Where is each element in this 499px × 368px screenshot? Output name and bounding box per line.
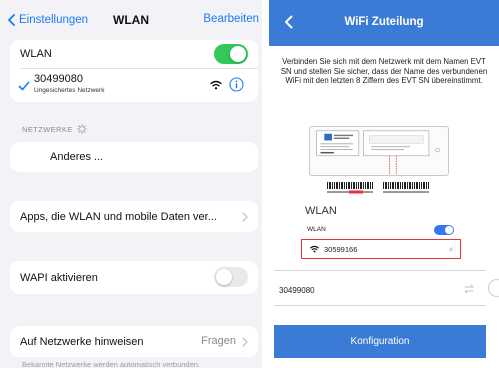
chevron-right-icon [448, 246, 454, 253]
wapi-toggle[interactable] [214, 267, 248, 287]
other-network-label: Anderes ... [50, 151, 104, 163]
ask-join-card[interactable]: Auf Netzwerke hinweisen Fragen [10, 326, 258, 357]
chevron-right-icon [242, 337, 248, 347]
ssid-input[interactable] [279, 286, 429, 295]
wlan-toggle[interactable] [214, 44, 248, 64]
other-network-card[interactable]: Anderes ... [10, 142, 258, 172]
apps-wlan-label: Apps, die WLAN und mobile Daten ver... [20, 210, 217, 223]
refresh-icon[interactable] [488, 279, 499, 297]
chevron-right-icon [242, 212, 248, 222]
navigation-bar: Einstellungen WLAN Bearbeiten [0, 0, 262, 40]
back-button[interactable]: Einstellungen [5, 13, 88, 27]
ask-join-value: Fragen [201, 335, 236, 347]
configuration-button[interactable]: Konfiguration [274, 325, 486, 358]
ios-wlan-settings-panel: Einstellungen WLAN Bearbeiten WLAN 30499… [0, 0, 262, 368]
wlan-toggle-row: WLAN [10, 40, 258, 68]
back-button-label: Einstellungen [19, 14, 89, 26]
illustration-wlan-toggle [434, 225, 454, 235]
wapi-label: WAPI aktivieren [20, 271, 98, 284]
device-label-illustration [309, 126, 449, 176]
current-network-name: 30499080 [34, 73, 83, 85]
apps-wlan-row: Apps, die WLAN und mobile Daten ver... [10, 201, 258, 232]
toggle-knob [230, 46, 246, 62]
header-title: WiFi Zuteilung [344, 16, 424, 28]
other-network-row: Anderes ... [10, 142, 258, 172]
loading-spinner-icon [76, 124, 87, 134]
barcode-image [327, 182, 429, 194]
wifi-icon [310, 245, 319, 253]
swap-icon[interactable] [463, 283, 475, 295]
current-network-subtitle: Ungesichertes Netzwerk [34, 87, 105, 94]
input-top-border [274, 270, 486, 271]
illustration-network-row: 30599166 [301, 239, 461, 259]
wapi-card: WAPI aktivieren [10, 261, 258, 294]
toggle-knob [445, 226, 453, 234]
info-icon[interactable] [229, 77, 244, 92]
wifi-icon [210, 80, 222, 90]
networks-section-header: NETZWERKE [22, 124, 87, 134]
input-bottom-border [274, 305, 486, 306]
wlan-card: WLAN 30499080 Ungesichertes Netzwerk [10, 40, 258, 102]
wapi-row: WAPI aktivieren [10, 261, 258, 294]
ask-join-label: Auf Netzwerke hinweisen [20, 335, 144, 348]
apps-wlan-card[interactable]: Apps, die WLAN und mobile Daten ver... [10, 201, 258, 232]
networks-section-label: NETZWERKE [22, 124, 73, 134]
chevron-left-icon [8, 14, 15, 26]
illustration-wlan-title: WLAN [305, 205, 337, 217]
ask-join-row: Auf Netzwerke hinweisen Fragen [10, 326, 258, 357]
current-network-row[interactable]: 30499080 Ungesichertes Netzwerk [10, 68, 258, 102]
wifi-assignment-panel: WiFi Zuteilung Verbinden Sie sich mit de… [269, 0, 499, 368]
illustration-wlan-label: WLAN [307, 226, 326, 233]
ask-join-footnote: Bekannte Netzwerke werden automatisch ve… [22, 360, 201, 368]
illustration-network-name: 30599166 [324, 244, 358, 254]
edit-button[interactable]: Bearbeiten [203, 13, 259, 25]
wlan-illustration: WLAN WLAN 30599166 [299, 203, 464, 261]
toggle-knob [216, 269, 232, 285]
page-title: WLAN [113, 13, 149, 27]
checkmark-icon [18, 81, 30, 91]
wlan-label: WLAN [20, 48, 52, 60]
instruction-text: Verbinden Sie sich mit dem Netzwerk mit … [280, 57, 488, 86]
header-bar: WiFi Zuteilung [269, 0, 499, 46]
panel-gutter [262, 0, 269, 368]
